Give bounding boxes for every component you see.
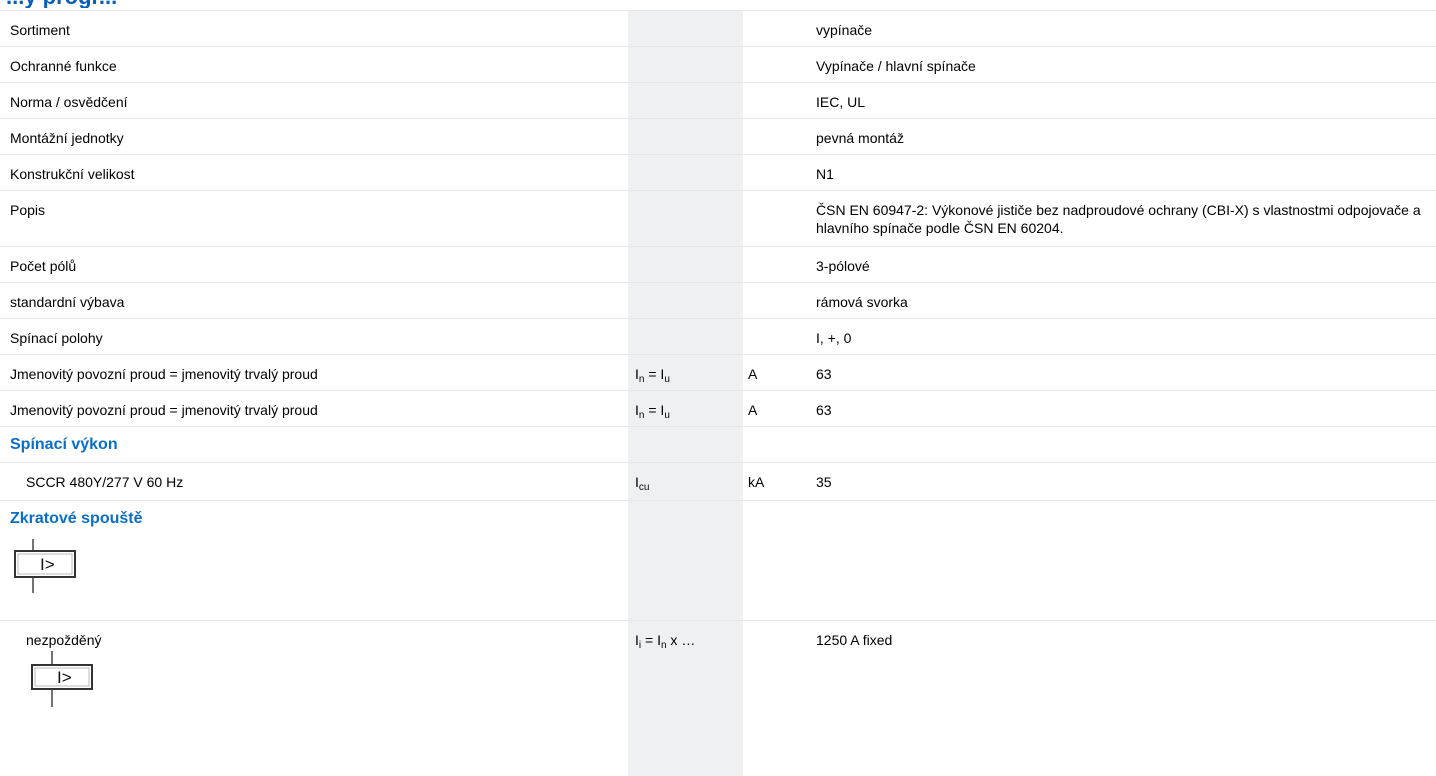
table-row: Jmenovitý povozní proud = jmenovitý trva… xyxy=(0,390,1436,426)
table-row: Počet pólů 3-pólové xyxy=(0,246,1436,282)
row-label: Norma / osvědčení xyxy=(10,94,128,110)
row-label: Montážní jednotky xyxy=(10,130,124,146)
row-symbol: Ii = In x … xyxy=(635,632,696,651)
row-label: Popis xyxy=(10,202,46,218)
table-row: Norma / osvědčení IEC, UL xyxy=(0,82,1436,118)
table-row: Ochranné funkce Vypínače / hlavní spínač… xyxy=(0,46,1436,82)
row-symbol: In = Iu xyxy=(635,366,670,385)
row-symbol: In = Iu xyxy=(635,402,670,421)
row-value: 3-pólové xyxy=(816,258,870,274)
row-value: I, +, 0 xyxy=(816,330,852,346)
row-value: pevná montáž xyxy=(816,130,904,146)
row-value: N1 xyxy=(816,166,834,182)
section-header-row: Spínací výkon xyxy=(0,426,1436,462)
table-row: Popis ČSN EN 60947-2: Výkonové jističe b… xyxy=(0,190,1436,246)
table-row: standardní výbava rámová svorka xyxy=(0,282,1436,318)
table-row: SCCR 480Y/277 V 60 Hz Icu kA 35 xyxy=(0,462,1436,500)
row-value: 1250 A fixed xyxy=(816,632,893,648)
row-symbol: Icu xyxy=(635,474,650,493)
row-value: vypínače xyxy=(816,22,873,38)
row-label: Počet pólů xyxy=(10,258,77,274)
table-row: Sortiment vypínače xyxy=(0,10,1436,46)
row-value: IEC, UL xyxy=(816,94,866,110)
table-row: Jmenovitý povozní proud = jmenovitý trva… xyxy=(0,354,1436,390)
row-label: Jmenovitý povozní proud = jmenovitý trva… xyxy=(10,402,318,418)
row-label: Ochranné funkce xyxy=(10,58,117,74)
row-label: SCCR 480Y/277 V 60 Hz xyxy=(26,474,184,490)
row-unit: A xyxy=(748,366,758,382)
row-label: standardní výbava xyxy=(10,294,125,310)
page-heading-text: ...ý progr... xyxy=(6,0,117,8)
table-row: Konstrukční velikost N1 xyxy=(0,154,1436,190)
section-title-short-circuit: Zkratové spouště xyxy=(10,510,143,527)
row-value: 63 xyxy=(816,366,832,382)
table-row: Montážní jednotky pevná montáž xyxy=(0,118,1436,154)
spec-table: Sortiment vypínače Ochranné funkce Vypín… xyxy=(0,10,1436,729)
section-title-switching: Spínací výkon xyxy=(10,436,118,453)
row-unit: kA xyxy=(748,474,765,490)
row-label: Spínací polohy xyxy=(10,330,103,346)
relay-symbol-text: I> xyxy=(57,668,72,687)
relay-symbol-text: I> xyxy=(40,555,55,574)
row-label: nezpožděný xyxy=(26,632,102,648)
row-unit: A xyxy=(748,402,758,418)
page-heading-partial: ...ý progr... xyxy=(0,0,400,8)
row-value: ČSN EN 60947-2: Výkonové jističe bez nad… xyxy=(816,202,1421,236)
row-value: Vypínače / hlavní spínače xyxy=(816,58,976,74)
overcurrent-release-icon: I> xyxy=(31,651,93,707)
row-value: 63 xyxy=(816,402,832,418)
row-value: rámová svorka xyxy=(816,294,908,310)
section-header-row: Zkratové spouště I> xyxy=(0,500,1436,620)
table-row: nezpožděný Ii = In x … 1250 A fixed I> xyxy=(0,620,1436,729)
row-label: Konstrukční velikost xyxy=(10,166,135,182)
row-label: Jmenovitý povozní proud = jmenovitý trva… xyxy=(10,366,318,382)
overcurrent-release-icon: I> xyxy=(14,539,76,593)
row-label: Sortiment xyxy=(10,22,70,38)
table-row: Spínací polohy I, +, 0 xyxy=(0,318,1436,354)
row-value: 35 xyxy=(816,474,832,490)
